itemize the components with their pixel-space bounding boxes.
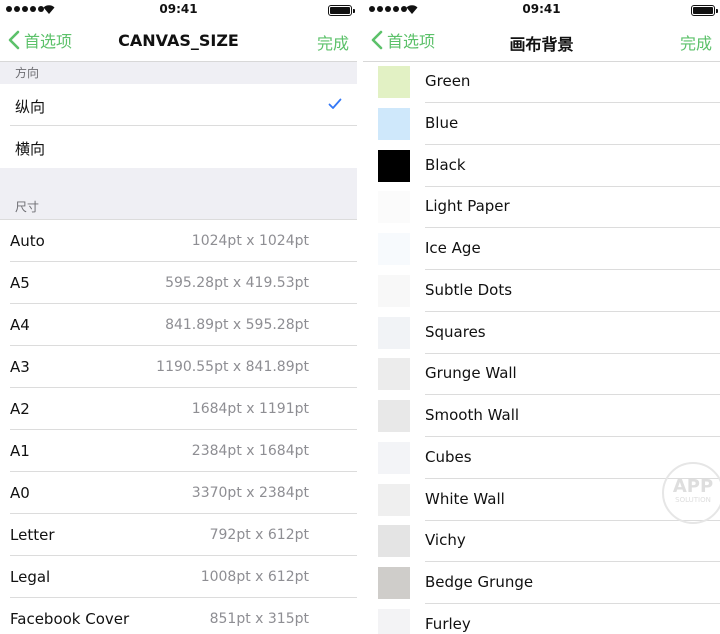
size-dimensions: 1190.55pt x 841.89pt xyxy=(156,359,309,375)
background-name: Smooth Wall xyxy=(425,406,520,424)
size-option-row[interactable]: A2 1684pt x 1191pt xyxy=(0,388,357,430)
status-time: 09:41 xyxy=(522,2,561,16)
size-name: Auto xyxy=(10,232,45,250)
background-swatch xyxy=(378,316,410,349)
size-dimensions: 1024pt x 1024pt xyxy=(191,233,309,249)
section-header-orientation: 方向 xyxy=(0,62,357,84)
size-option-row[interactable]: Auto 1024pt x 1024pt xyxy=(0,220,357,262)
size-option-row[interactable]: Legal 1008pt x 612pt xyxy=(0,556,357,598)
watermark-subtext: SOLUTION xyxy=(675,496,711,504)
size-name: A3 xyxy=(10,358,30,376)
nav-bar: 首选项 画布背景 完成 xyxy=(363,20,720,62)
size-name: Facebook Cover xyxy=(10,610,130,628)
background-option-row[interactable]: Ice Age xyxy=(363,228,720,270)
size-name: A0 xyxy=(10,484,30,502)
size-option-row[interactable]: Facebook Cover 851pt x 315pt xyxy=(0,598,357,634)
section-header-size: 尺寸 xyxy=(0,168,357,220)
size-option-row[interactable]: A1 2384pt x 1684pt xyxy=(0,430,357,472)
page-title: CANVAS_SIZE xyxy=(118,31,239,50)
background-swatch xyxy=(378,149,410,182)
size-option-row[interactable]: A0 3370pt x 2384pt xyxy=(0,472,357,514)
size-option-row[interactable]: Letter 792pt x 612pt xyxy=(0,514,357,556)
done-button[interactable]: 完成 xyxy=(680,30,712,54)
background-name: Furley xyxy=(425,614,471,633)
background-option-row[interactable]: Cubes xyxy=(363,437,720,479)
background-swatch xyxy=(378,400,410,432)
background-name: Light Paper xyxy=(425,197,510,216)
status-bar: 09:41 xyxy=(363,0,720,20)
size-dimensions: 851pt x 315pt xyxy=(209,611,309,627)
size-name: A1 xyxy=(10,442,30,460)
background-name: Subtle Dots xyxy=(425,280,513,299)
background-swatch xyxy=(378,233,410,265)
size-dimensions: 841.89pt x 595.28pt xyxy=(165,317,309,333)
battery-icon xyxy=(691,5,718,16)
done-button[interactable]: 完成 xyxy=(317,30,349,54)
size-option-row[interactable]: A5 595.28pt x 419.53pt xyxy=(0,262,357,304)
background-option-row[interactable]: Furley xyxy=(363,604,720,634)
background-option-row[interactable]: Grunge Wall xyxy=(363,353,720,396)
background-name: Blue xyxy=(425,113,459,132)
status-bar: 09:41 xyxy=(0,0,357,20)
size-name: Letter xyxy=(10,526,55,544)
background-swatch xyxy=(378,608,410,634)
background-option-row[interactable]: Subtle Dots xyxy=(363,270,720,312)
watermark-text: APP xyxy=(672,476,714,497)
orientation-option-portrait[interactable]: 纵向 xyxy=(0,84,357,126)
background-option-row[interactable]: Bedge Grunge xyxy=(363,562,720,604)
background-name: Green xyxy=(425,72,471,90)
canvas-size-screen: 09:41 首选项 CANVAS_SIZE 完成 方向 纵向 横向 尺寸 Aut… xyxy=(0,0,357,634)
watermark-logo: APP SOLUTION xyxy=(662,462,720,524)
size-dimensions: 3370pt x 2384pt xyxy=(191,485,309,501)
background-name: Ice Age xyxy=(425,239,481,257)
background-swatch xyxy=(378,358,410,391)
page-title: 画布背景 xyxy=(509,35,574,54)
background-swatch xyxy=(378,567,410,599)
size-name: Legal xyxy=(10,568,51,586)
background-name: Cubes xyxy=(425,447,472,466)
background-option-row[interactable]: Squares xyxy=(363,312,720,354)
section-label: 尺寸 xyxy=(15,200,40,214)
size-dimensions: 792pt x 612pt xyxy=(209,527,309,543)
background-name: Bedge Grunge xyxy=(425,573,534,591)
size-dimensions: 595.28pt x 419.53pt xyxy=(165,275,309,291)
size-name: A5 xyxy=(10,274,30,292)
background-swatch xyxy=(378,191,410,224)
nav-bar: 首选项 CANVAS_SIZE 完成 xyxy=(0,20,357,62)
size-name: A4 xyxy=(10,316,30,334)
size-option-row[interactable]: A3 1190.55pt x 841.89pt xyxy=(0,346,357,388)
canvas-background-screen: 09:41 首选项 画布背景 完成 Green Blue Black Light Pa… xyxy=(363,0,720,634)
background-swatch xyxy=(378,483,410,516)
background-option-row[interactable]: Green xyxy=(363,61,720,103)
section-label: 方向 xyxy=(15,66,40,80)
background-name: Squares xyxy=(425,322,486,341)
background-option-row[interactable]: Vichy xyxy=(363,520,720,563)
background-name: Grunge Wall xyxy=(425,364,517,383)
checkmark-icon xyxy=(328,98,342,109)
background-option-row[interactable]: Light Paper xyxy=(363,186,720,229)
background-swatch xyxy=(378,441,410,474)
background-name: White Wall xyxy=(425,489,505,508)
background-swatch xyxy=(378,66,410,98)
status-time: 09:41 xyxy=(159,2,198,16)
background-name: Black xyxy=(425,155,466,174)
size-option-row[interactable]: A4 841.89pt x 595.28pt xyxy=(0,304,357,346)
background-option-row[interactable]: Smooth Wall xyxy=(363,395,720,437)
size-name: A2 xyxy=(10,400,30,418)
background-swatch xyxy=(378,525,410,558)
background-name: Vichy xyxy=(425,531,466,550)
size-dimensions: 1684pt x 1191pt xyxy=(191,401,309,417)
battery-icon xyxy=(328,5,355,16)
background-swatch xyxy=(378,274,410,307)
orientation-option-landscape[interactable]: 横向 xyxy=(0,126,357,168)
background-swatch xyxy=(378,107,410,140)
size-dimensions: 2384pt x 1684pt xyxy=(191,443,309,459)
background-option-row[interactable]: Blue xyxy=(363,103,720,145)
option-label: 横向 xyxy=(15,140,46,158)
size-dimensions: 1008pt x 612pt xyxy=(200,569,309,585)
background-option-row[interactable]: Black xyxy=(363,145,720,187)
option-label: 纵向 xyxy=(15,98,46,116)
